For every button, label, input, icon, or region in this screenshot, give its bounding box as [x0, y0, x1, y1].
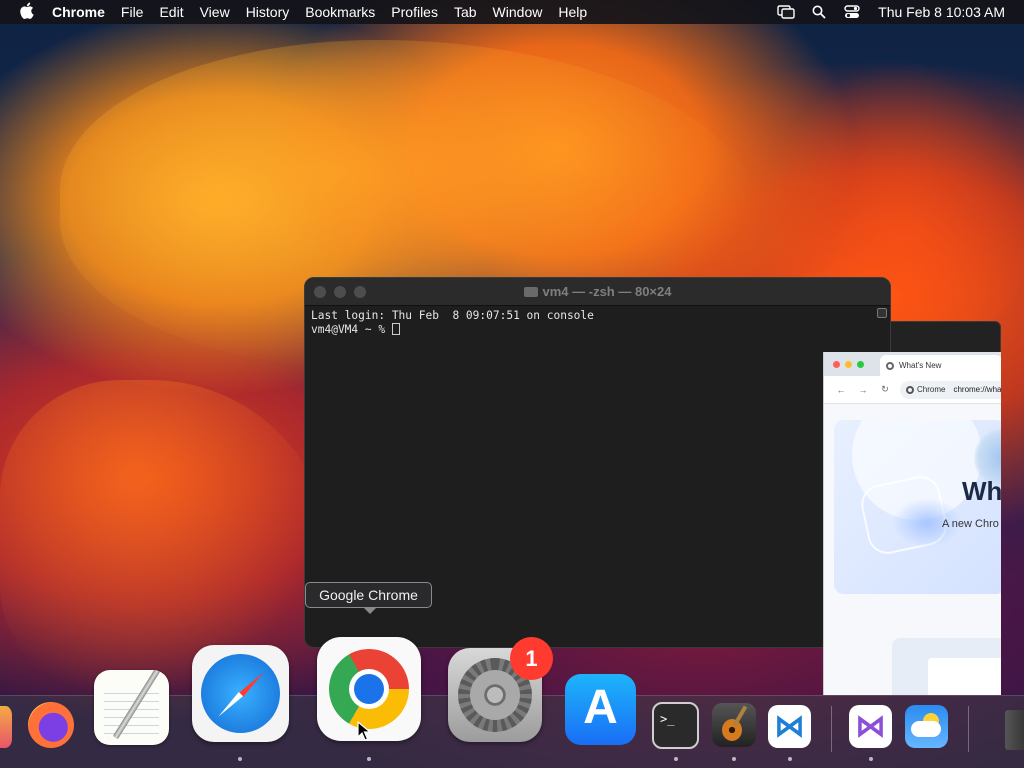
scroll-indicator[interactable] — [877, 308, 887, 318]
weather-icon[interactable] — [905, 705, 948, 748]
terminal-content[interactable]: Last login: Thu Feb 8 09:07:51 on consol… — [305, 306, 890, 340]
terminal-prompt: vm4@VM4 ~ % — [311, 323, 392, 336]
app-store-icon[interactable]: A — [565, 674, 636, 745]
screen-mirroring-icon[interactable] — [769, 5, 802, 19]
menu-tab[interactable]: Tab — [446, 4, 485, 20]
menu-view[interactable]: View — [192, 4, 238, 20]
firefox-icon[interactable] — [28, 702, 74, 748]
running-indicator — [674, 757, 678, 761]
terminal-prompt-line: vm4@VM4 ~ % — [311, 323, 884, 337]
chrome-tabbar: What's New — [824, 352, 1001, 376]
chrome-toolbar: ← → ↻ Chrome chrome://what — [824, 376, 1001, 404]
menu-window[interactable]: Window — [485, 4, 551, 20]
textedit-icon[interactable] — [94, 670, 169, 745]
text-cursor — [391, 323, 400, 335]
chrome-window-preview[interactable]: What's New ← → ↻ Chrome chrome://what Wh… — [823, 352, 1001, 695]
safari-icon[interactable] — [192, 645, 289, 742]
apple-menu-icon[interactable] — [0, 2, 52, 23]
address-bar[interactable]: Chrome chrome://what — [900, 380, 1001, 399]
chip-label: Chrome — [917, 385, 946, 394]
dock-separator — [968, 706, 969, 752]
visual-studio-glyph: ⋈ — [855, 710, 886, 743]
menu-bookmarks[interactable]: Bookmarks — [297, 4, 383, 20]
vscode-icon[interactable]: ⋈ — [768, 705, 811, 748]
menu-app-name[interactable]: Chrome — [52, 4, 113, 20]
terminal-title: vm4 — -zsh — 80×24 — [305, 284, 890, 299]
chrome-chip: Chrome — [906, 385, 945, 394]
tooltip-arrow — [363, 607, 377, 614]
chrome-favicon-icon — [906, 385, 914, 394]
chrome-logo-icon — [329, 649, 409, 729]
running-indicator — [732, 757, 736, 761]
chrome-favicon-icon — [886, 361, 894, 370]
back-arrow-icon[interactable]: ← — [830, 385, 852, 395]
status-area: Thu Feb 8 10:03 AM — [769, 0, 1024, 24]
control-center-icon[interactable] — [835, 5, 868, 19]
dock-tooltip: Google Chrome — [305, 582, 432, 608]
chrome-tab-title: What's New — [899, 361, 942, 370]
feature-card — [892, 638, 1001, 695]
running-indicator — [788, 757, 792, 761]
gear-hub — [470, 670, 520, 720]
folder-icon — [523, 287, 538, 297]
cloud-icon — [911, 721, 941, 737]
running-indicator — [238, 757, 242, 761]
terminal-titlebar[interactable]: vm4 — -zsh — 80×24 — [305, 278, 890, 306]
mouse-pointer-icon — [357, 720, 372, 741]
menu-history[interactable]: History — [238, 4, 298, 20]
forward-arrow-icon[interactable]: → — [852, 385, 874, 395]
menu-file[interactable]: File — [113, 4, 152, 20]
notification-badge: 1 — [510, 637, 553, 680]
hero-subtitle: A new Chro — [942, 518, 999, 530]
terminal-title-text: vm4 — -zsh — 80×24 — [542, 284, 672, 299]
minimize-button[interactable] — [845, 360, 852, 368]
whats-new-hero: Wh A new Chro — [834, 420, 1001, 594]
url-text: chrome://what — [953, 385, 1001, 394]
launchpad-icon[interactable] — [0, 706, 12, 748]
mini-browser-preview — [928, 658, 1001, 695]
menu-help[interactable]: Help — [550, 4, 595, 20]
running-indicator — [367, 757, 371, 761]
dock-separator — [831, 706, 832, 752]
close-button[interactable] — [833, 360, 840, 368]
menu-profiles[interactable]: Profiles — [383, 4, 446, 20]
vscode-glyph: ⋈ — [774, 710, 805, 743]
reload-icon[interactable]: ↻ — [874, 384, 896, 395]
terminal-prompt-glyph: >_ — [660, 712, 675, 726]
garageband-icon[interactable] — [712, 703, 756, 747]
terminal-icon[interactable]: >_ — [652, 702, 699, 749]
terminal-line: Last login: Thu Feb 8 09:07:51 on consol… — [311, 309, 594, 322]
guitar-icon — [722, 719, 742, 741]
search-icon[interactable] — [802, 5, 835, 19]
running-indicator — [869, 757, 873, 761]
zoom-button[interactable] — [857, 360, 864, 368]
app-store-glyph: A — [583, 681, 618, 734]
hero-heading: Wh — [962, 476, 1001, 506]
menu-clock[interactable]: Thu Feb 8 10:03 AM — [868, 4, 1024, 20]
chrome-tab[interactable]: What's New — [880, 355, 1001, 376]
trash-icon[interactable] — [1005, 710, 1024, 750]
menu-bar: Chrome File Edit View History Bookmarks … — [0, 0, 1024, 24]
menu-edit[interactable]: Edit — [151, 4, 191, 20]
chrome-logo-center — [354, 674, 384, 704]
visual-studio-icon[interactable]: ⋈ — [849, 705, 892, 748]
